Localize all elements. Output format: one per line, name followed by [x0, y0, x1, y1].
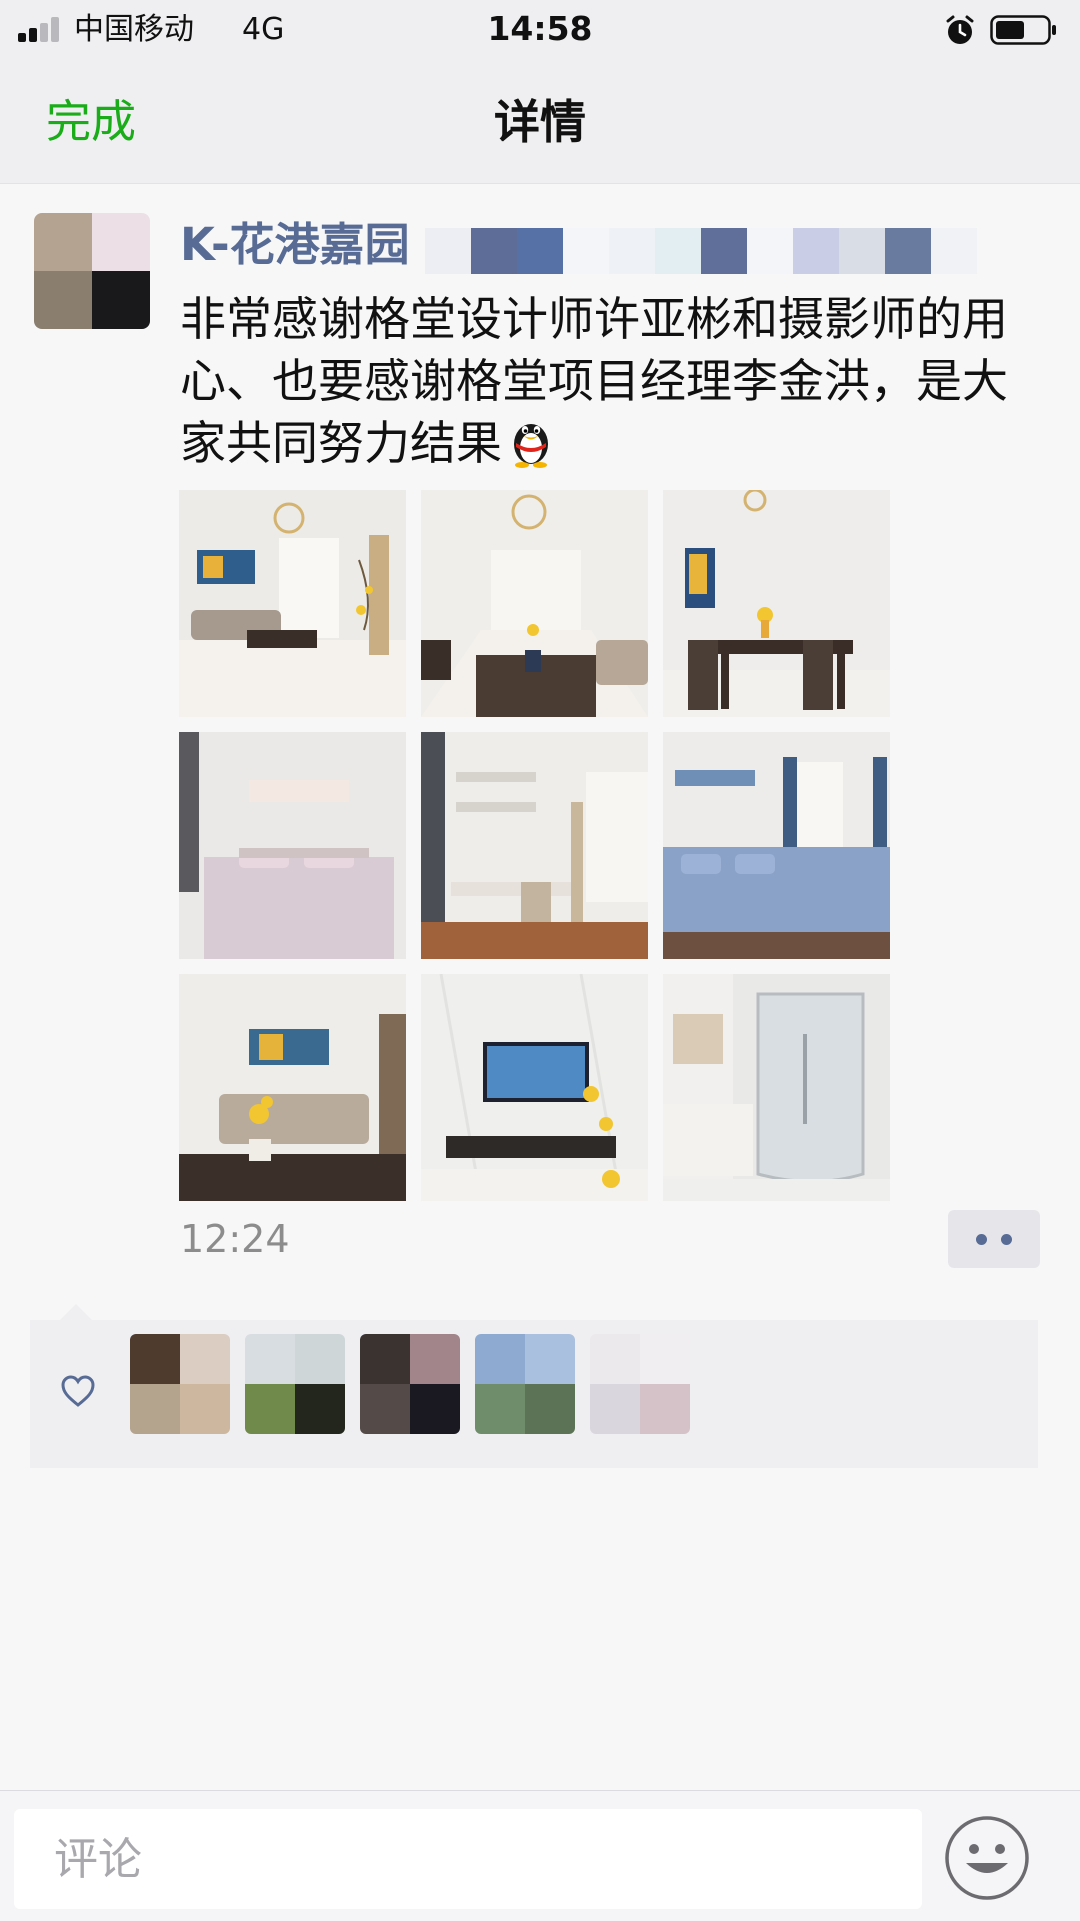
status-time: 14:58 — [487, 9, 593, 48]
comment-bar — [0, 1790, 1080, 1921]
heart-icon — [61, 1375, 95, 1407]
photo-thumbnail[interactable] — [663, 490, 890, 717]
status-bar: 中国移动 4G 14:58 — [0, 0, 1080, 60]
like-avatar[interactable] — [475, 1334, 575, 1434]
photo-thumbnail[interactable] — [179, 490, 406, 717]
photo-thumbnail[interactable] — [421, 732, 648, 959]
photo-thumbnail[interactable] — [421, 490, 648, 717]
alarm-icon — [946, 15, 974, 44]
more-actions-button[interactable] — [948, 1210, 1040, 1268]
like-avatar[interactable] — [245, 1334, 345, 1434]
photo-grid — [179, 490, 890, 1201]
like-avatar[interactable] — [590, 1334, 690, 1434]
redacted-name-area — [425, 228, 977, 274]
like-avatar[interactable] — [360, 1334, 460, 1434]
photo-thumbnail[interactable] — [179, 732, 406, 959]
penguin-icon — [514, 424, 548, 468]
comment-input[interactable] — [14, 1809, 922, 1909]
photo-thumbnail[interactable] — [663, 732, 890, 959]
like-avatar[interactable] — [130, 1334, 230, 1434]
page-title: 详情 — [494, 95, 586, 149]
author-avatar[interactable] — [34, 213, 150, 329]
navigation-bar: 完成 详情 — [0, 60, 1080, 184]
photo-thumbnail[interactable] — [179, 974, 406, 1201]
moments-detail-screen: 中国移动 4G 14:58 完成 详情 K-花港嘉园 非常感谢格堂设计师许亚彬和… — [0, 0, 1080, 1921]
photo-thumbnail[interactable] — [421, 974, 648, 1201]
author-name[interactable]: K-花港嘉园 — [180, 216, 410, 274]
photo-thumbnail[interactable] — [663, 974, 890, 1201]
smiley-icon[interactable] — [944, 1815, 1030, 1901]
battery-icon — [990, 15, 1056, 45]
post-time: 12:24 — [180, 1217, 290, 1261]
post-text-content: 非常感谢格堂设计师许亚彬和摄影师的用心、也要感谢格堂项目经理李金洪，是大家共同努… — [180, 292, 1008, 470]
post-text: 非常感谢格堂设计师许亚彬和摄影师的用心、也要感谢格堂项目经理李金洪，是大家共同努… — [180, 288, 1040, 474]
